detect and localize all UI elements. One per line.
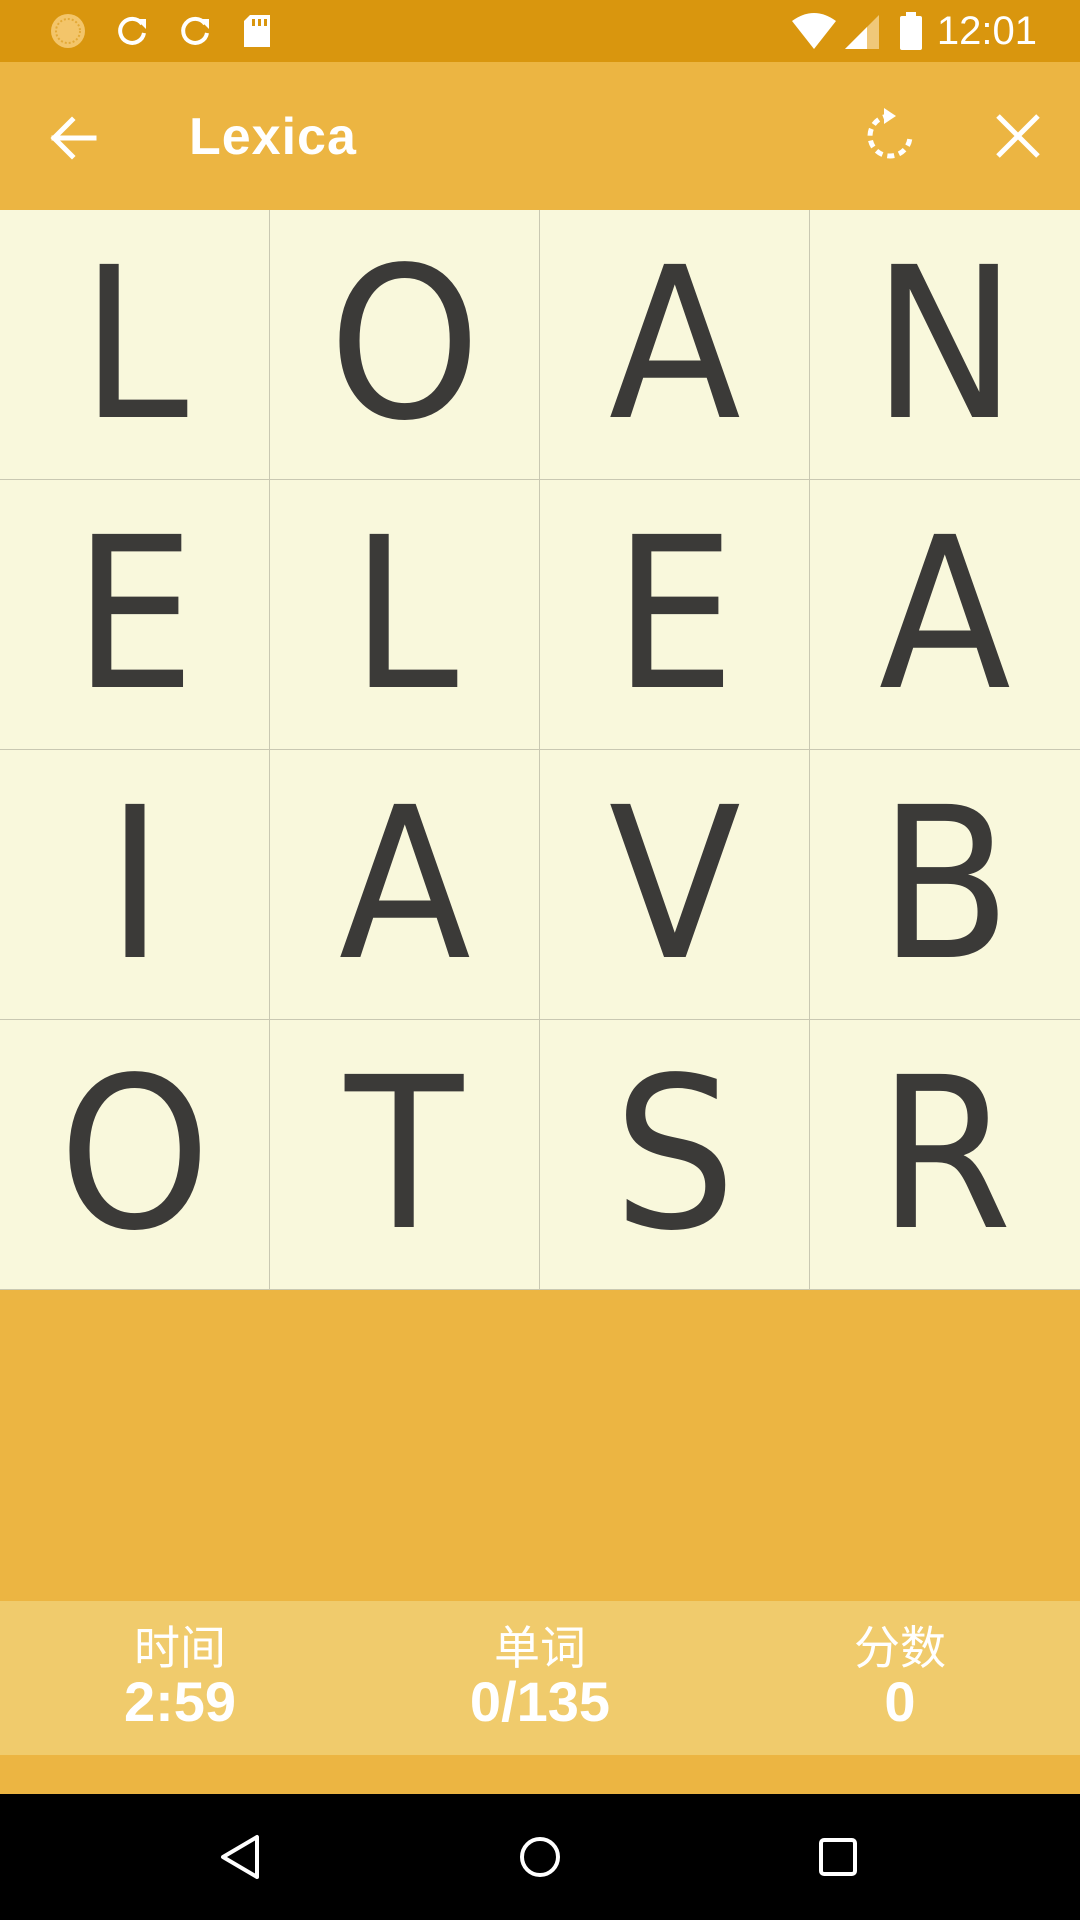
- game-screen: 12:01 Lexica L O A N E L E A I A V B O T…: [0, 0, 1080, 1920]
- score-bar: 时间 2:59 单词 0/135 分数 0: [0, 1601, 1080, 1755]
- navigation-bar: [0, 1794, 1080, 1920]
- time-label: 时间: [134, 1621, 226, 1675]
- back-triangle-icon[interactable]: [211, 1827, 271, 1887]
- words-label: 单词: [494, 1621, 586, 1675]
- app-bar: Lexica: [0, 62, 1080, 210]
- clock: 12:01: [936, 9, 1037, 53]
- home-circle-icon[interactable]: [510, 1827, 570, 1887]
- tile-letter: O: [58, 1031, 211, 1277]
- letter-tile[interactable]: L: [270, 480, 540, 750]
- cell-signal-icon: [845, 15, 879, 49]
- letter-tile[interactable]: A: [810, 480, 1080, 750]
- battery-icon: [900, 12, 922, 50]
- sync-icon: [118, 16, 146, 45]
- recents-square-icon[interactable]: [808, 1827, 868, 1887]
- words-stat: 单词 0/135: [360, 1601, 720, 1755]
- tile-letter: N: [872, 221, 1018, 467]
- tile-letter: E: [613, 491, 736, 737]
- tile-letter: R: [877, 1031, 1013, 1277]
- letter-tile[interactable]: O: [0, 1020, 270, 1290]
- tile-letter: E: [73, 491, 196, 737]
- tile-letter: B: [878, 761, 1012, 1007]
- letter-tile[interactable]: O: [270, 210, 540, 480]
- letter-tile[interactable]: T: [270, 1020, 540, 1290]
- score-stat: 分数 0: [720, 1601, 1080, 1755]
- letter-tile[interactable]: A: [540, 210, 810, 480]
- loading-circle-icon: [51, 14, 85, 48]
- letter-board: L O A N E L E A I A V B O T S R: [0, 210, 1080, 1290]
- time-value: 2:59: [123, 1670, 237, 1733]
- words-value: 0/135: [469, 1670, 611, 1733]
- letter-tile[interactable]: V: [540, 750, 810, 1020]
- score-label: 分数: [854, 1621, 946, 1675]
- app-title: Lexica: [189, 108, 357, 166]
- time-stat: 时间 2:59: [0, 1601, 360, 1755]
- tile-letter: T: [345, 1031, 464, 1277]
- tile-letter: A: [608, 221, 741, 467]
- tile-letter: A: [878, 491, 1012, 737]
- wifi-icon: [792, 13, 836, 49]
- letter-tile[interactable]: A: [270, 750, 540, 1020]
- sync-icon: [181, 16, 209, 45]
- letter-tile[interactable]: I: [0, 750, 270, 1020]
- close-icon[interactable]: [990, 108, 1046, 164]
- arrow-back-icon[interactable]: [44, 110, 100, 166]
- tile-letter: L: [80, 221, 189, 467]
- sd-card-icon: [244, 15, 270, 47]
- tile-letter: L: [350, 491, 459, 737]
- letter-tile[interactable]: E: [0, 480, 270, 750]
- score-value: 0: [884, 1670, 916, 1733]
- letter-tile[interactable]: B: [810, 750, 1080, 1020]
- letter-tile[interactable]: L: [0, 210, 270, 480]
- tile-letter: O: [328, 221, 481, 467]
- letter-tile[interactable]: R: [810, 1020, 1080, 1290]
- rotate-icon[interactable]: [860, 106, 920, 166]
- tile-letter: V: [608, 761, 741, 1007]
- letter-tile[interactable]: N: [810, 210, 1080, 480]
- tile-letter: S: [613, 1031, 736, 1277]
- letter-tile[interactable]: E: [540, 480, 810, 750]
- tile-letter: I: [106, 761, 163, 1007]
- tile-letter: A: [338, 761, 471, 1007]
- letter-tile[interactable]: S: [540, 1020, 810, 1290]
- status-bar: 12:01: [0, 0, 1080, 62]
